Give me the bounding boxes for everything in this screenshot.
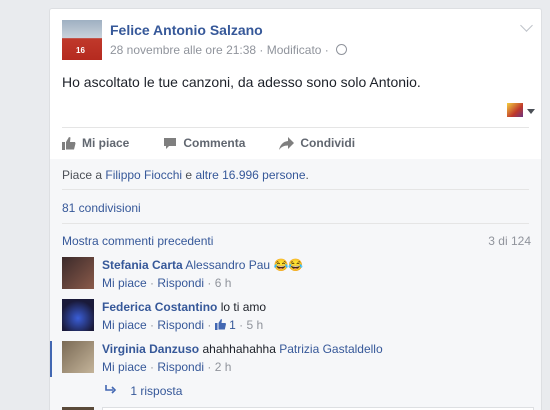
comment-meta: Mi piace · Rispondi · 6 h [102, 276, 232, 290]
post-timestamp[interactable]: 28 novembre alle ore 21:38 · Modificato … [110, 43, 329, 57]
more-comments-link[interactable]: Mostra commenti precedenti [62, 234, 213, 248]
comment-likes-count[interactable]: 1 [229, 318, 236, 332]
divider [62, 189, 529, 190]
commenter-avatar[interactable] [62, 341, 94, 373]
commenter-name[interactable]: Federica Costantino [102, 300, 217, 314]
action-bar: Mi piace Commenta Condividi [62, 133, 389, 153]
author-avatar[interactable]: 16 [62, 20, 102, 60]
post-meta: 28 novembre alle ore 21:38 · Modificato … [110, 43, 348, 57]
comment-label: Commenta [183, 136, 246, 150]
comment-text: lo ti amo [220, 300, 267, 314]
view-replies-link[interactable]: 1 risposta [105, 384, 182, 398]
likes-suffix: . [305, 168, 309, 182]
emoji-text: 😂😂 [273, 258, 304, 272]
divider [62, 127, 529, 128]
comment-time[interactable]: 6 h [215, 276, 232, 290]
comment-body: Virginia Danzuso ahahhahahha Patrizia Ga… [102, 341, 383, 375]
comment-meta: Mi piace · Rispondi · 2 h [102, 360, 232, 374]
comment-body: Federica Costantino lo ti amo Mi piace ·… [102, 299, 266, 333]
shirt-number: 16 [76, 46, 85, 55]
caret-down-icon[interactable] [527, 109, 535, 114]
like-count-icon [214, 319, 226, 330]
share-arrow-icon [279, 136, 295, 150]
likes-summary: Piace a Filippo Fiocchi e altre 16.996 p… [62, 168, 309, 182]
commenter-name[interactable]: Stefania Carta [102, 258, 183, 272]
reply-arrow-icon [105, 385, 117, 394]
comment-reply-button[interactable]: Rispondi [157, 318, 204, 332]
likes-prefix: Piace a [62, 168, 103, 182]
tagged-name[interactable]: Alessandro Pau [185, 258, 270, 272]
commenter-name[interactable]: Virginia Danzuso [102, 342, 199, 356]
reaction-avatar-icon[interactable] [507, 103, 523, 117]
like-button[interactable]: Mi piace [62, 136, 129, 150]
speech-bubble-icon [164, 137, 177, 149]
comment-like-button[interactable]: Mi piace [102, 318, 147, 332]
comment-text: ahahhahahha [202, 342, 276, 356]
comment-body: Stefania Carta Alessandro Pau 😂😂 Mi piac… [102, 257, 303, 291]
replies-label: 1 risposta [130, 384, 183, 398]
chevron-down-icon[interactable] [520, 19, 533, 32]
highlight-bar [50, 341, 52, 377]
share-label: Condividi [300, 136, 356, 150]
globe-icon[interactable] [336, 44, 348, 55]
post-text: Ho ascoltato le tue canzoni, da adesso s… [62, 74, 421, 90]
like-label: Mi piace [82, 136, 130, 150]
shares-link[interactable]: 81 condivisioni [62, 201, 141, 215]
comment-count: 3 di 124 [488, 234, 531, 248]
comment-time[interactable]: 2 h [215, 360, 232, 374]
commenter-avatar[interactable] [62, 299, 94, 331]
likes-others-link[interactable]: altre 16.996 persone [195, 168, 305, 182]
comment-reply-button[interactable]: Rispondi [157, 276, 204, 290]
comment-meta: Mi piace · Rispondi · 1 · 5 h [102, 318, 264, 332]
post-header: 16 Felice Antonio Salzano 28 novembre al… [50, 9, 541, 63]
post-card: 16 Felice Antonio Salzano 28 novembre al… [49, 8, 542, 410]
liker-name-link[interactable]: Filippo Fiocchi [105, 168, 182, 182]
comment-like-button[interactable]: Mi piace [102, 276, 147, 290]
comment-like-button[interactable]: Mi piace [102, 360, 147, 374]
commenter-avatar[interactable] [62, 257, 94, 289]
thumbs-up-icon [62, 136, 76, 150]
comment-time[interactable]: 5 h [246, 318, 263, 332]
divider [62, 223, 529, 224]
comment-button[interactable]: Commenta [163, 136, 245, 150]
likes-connector: e [185, 168, 193, 182]
comment-reply-button[interactable]: Rispondi [157, 360, 204, 374]
tagged-name[interactable]: Patrizia Gastaldello [279, 342, 382, 356]
author-name[interactable]: Felice Antonio Salzano [110, 22, 263, 38]
share-button[interactable]: Condividi [279, 136, 355, 150]
